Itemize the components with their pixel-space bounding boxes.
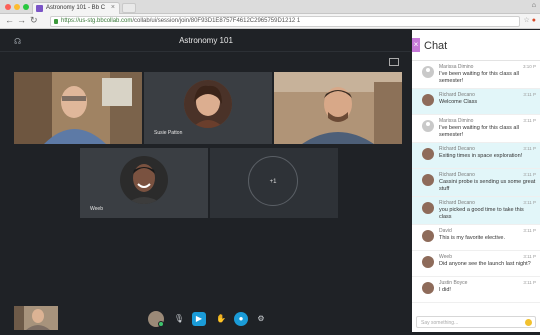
chat-message[interactable]: Richard Decano 3:11 P Cassini probe is sen… [412,169,540,197]
chat-author: Richard Decano [439,200,475,206]
browser-tab[interactable]: Astronomy 101 - Bb C × [32,2,120,14]
chat-text: This is my favorite elective. [439,235,506,241]
video-tile[interactable]: Weeb [80,148,208,218]
chat-text: I've been waiting for this class all sem… [439,71,519,84]
chat-timestamp: 3:11 P [523,146,536,151]
forward-icon[interactable]: → [17,15,26,25]
chat-message[interactable]: Marissa Dimino 3:10 P I've been waiting fo… [412,61,540,89]
address-bar[interactable]: https://us-stg.bbcollab.com/collab/ui/se… [50,16,520,27]
chat-text: Cassini probe is sending us some great s… [439,179,536,192]
chat-text: I've been waiting for this class all sem… [439,125,519,138]
chat-author-avatar [422,174,434,186]
control-bar: 🎙 ▶ ✋ ● ⚙ [0,304,412,332]
chat-icon[interactable]: ● [234,312,248,326]
chat-author-avatar [422,202,434,214]
lock-icon [54,19,58,24]
back-icon[interactable]: ← [5,15,14,25]
chat-timestamp: 3:11 P [523,254,536,259]
self-view[interactable] [14,306,58,330]
chat-message[interactable]: Justin Boyce 3:11 P I did! [412,277,540,303]
participant-video [14,72,142,144]
chat-panel: Chat Marissa Dimino 3:10 P I've been waiti… [412,30,540,332]
chat-text: Did anyone see the launch last night? [439,261,531,267]
layout-toggle-icon[interactable] [389,58,399,66]
raise-hand-icon[interactable]: ✋ [214,312,228,326]
video-tile[interactable] [14,72,142,144]
chat-author: Richard Decano [439,92,475,98]
chat-timestamp: 3:11 P [523,280,536,285]
tab-title: Astronomy 101 - Bb C [46,5,106,11]
user-placeholder-icon [422,120,434,132]
chat-author: David [439,228,452,234]
maximize-window-button[interactable] [23,4,29,10]
chat-text: I did! [439,287,451,293]
chat-author-avatar [422,148,434,160]
chat-message[interactable]: Marissa Dimino 3:11 P I've been waiting fo… [412,115,540,143]
chat-timestamp: 3:11 P [523,200,536,205]
new-tab-button[interactable] [122,3,136,13]
chat-author-avatar [422,230,434,242]
microphone-icon[interactable]: 🎙 [172,312,186,326]
close-chat-button[interactable]: × [412,38,420,52]
reload-icon[interactable]: ↻ [30,15,38,26]
chat-text: Welcome Class [439,99,478,105]
chat-message[interactable]: Richard Decano 3:11 P you picked a good ti… [412,197,540,225]
chat-input-placeholder: Say something... [421,320,459,326]
more-participants-indicator: +1 [248,156,298,206]
chat-title: Chat [424,40,448,52]
chat-timestamp: 3:10 P [522,64,536,69]
extension-icons[interactable]: ☆ ● [524,16,536,24]
chat-message-list[interactable]: Marissa Dimino 3:10 P I've been waiting fo… [412,60,540,314]
participant-avatar [120,156,168,204]
chat-author: Richard Decano [439,146,475,152]
chat-timestamp: 3:11 P [523,172,536,177]
session-header: ☊ Astronomy 101 [0,30,412,52]
tab-close-icon[interactable]: × [111,4,115,11]
chat-author: Marissa Dimino [439,118,474,124]
chat-message[interactable]: Richard Decano 3:11 P Welcome Class [412,89,540,115]
chat-timestamp: 3:11 P [523,92,536,97]
session-title: Astronomy 101 [179,36,233,45]
chat-author: Marissa Dimino [439,64,474,70]
camera-icon[interactable]: ▶ [192,312,206,326]
chat-message[interactable]: Richard Decano 3:11 P Exiting times in spa… [412,143,540,169]
chat-message[interactable]: Weeb 3:11 P Did anyone see the launch last… [412,251,540,277]
participant-name: Susie Patton [154,130,183,136]
participant-video [274,72,402,144]
chat-author-avatar [422,282,434,294]
chat-text: Exiting times in space exploration! [439,153,523,159]
chat-author-avatar [422,94,434,106]
chat-input[interactable]: Say something... [416,316,536,328]
browser-tab-bar: Astronomy 101 - Bb C × ⌂ [0,0,540,14]
profile-icon[interactable]: ⌂ [532,2,536,9]
chat-timestamp: 3:11 P [523,228,536,233]
extension-icon[interactable]: ● [532,17,536,24]
chat-author-avatar [422,256,434,268]
user-placeholder-icon [422,66,434,78]
emoji-icon[interactable] [525,319,532,326]
minimize-window-button[interactable] [14,4,20,10]
close-window-button[interactable] [5,4,11,10]
participant-avatar [184,80,232,128]
url-secure-part: https://us-stg.bbcollab.com [61,18,133,24]
status-indicator [158,321,164,327]
participants-icon[interactable]: ⚙ [254,312,268,326]
chat-author: Richard Decano [439,172,475,178]
video-tile[interactable]: Susie Patton [144,72,272,144]
participant-name: Weeb [90,206,103,212]
chat-text: you picked a good time to take this clas… [439,207,524,220]
overflow-tile[interactable]: +1 [210,148,338,218]
video-tile[interactable] [274,72,402,144]
chat-author: Justin Boyce [439,280,468,286]
url-path-part: /collab/ui/session/join/80F93D1E8757F461… [132,18,301,24]
favicon-icon [36,5,43,12]
browser-toolbar: ← → ↻ https://us-stg.bbcollab.com/collab… [0,14,540,29]
chat-message[interactable]: David 3:11 P This is my favorite elective. [412,225,540,251]
chat-timestamp: 3:11 P [523,118,536,123]
chat-author: Weeb [439,254,452,260]
